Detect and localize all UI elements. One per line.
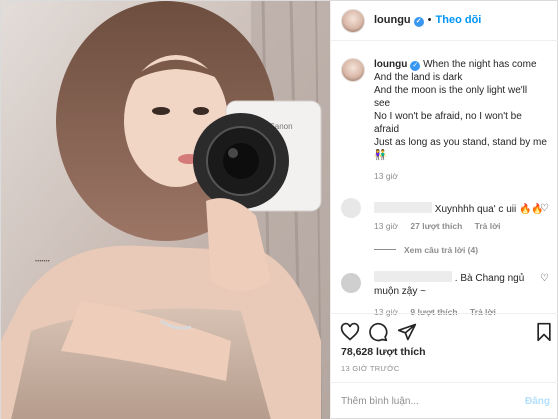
caption-line: see <box>374 98 391 109</box>
view-replies-label: Xem câu trả lời (4) <box>404 245 479 255</box>
follow-button[interactable]: Theo dõi <box>436 14 482 26</box>
caption-line: Just as long as you stand, stand by me <box>374 137 547 148</box>
comment-meta: 13 giờ 27 lượt thích Trả lời <box>374 221 511 231</box>
comment-item: Xuynhhh qua' c uii 🔥🔥 <box>374 202 544 216</box>
comment-timestamp[interactable]: 13 giờ <box>374 221 398 231</box>
caption-emoji: 👫 <box>374 150 387 161</box>
comment-text: muộn zậy ~ <box>374 286 426 297</box>
post-side-panel: loungu ✓ • Theo dõi loungu ✓ When the night … <box>330 1 558 419</box>
divider <box>374 249 396 250</box>
caption-line: And the moon is the only light we'll <box>374 85 528 96</box>
svg-text:•••••••: ••••••• <box>35 259 50 265</box>
heart-icon[interactable]: ♡ <box>540 203 549 214</box>
commenter-avatar[interactable] <box>341 273 361 293</box>
caption-timestamp[interactable]: 13 giờ <box>374 171 398 181</box>
post-dialog: Canon ••••••• loungu ✓ • Theo dõi loungu… <box>0 0 558 419</box>
bookmark-icon[interactable] <box>534 322 554 342</box>
comment-input[interactable]: Thêm bình luận... <box>341 396 419 407</box>
post-photo[interactable]: Canon ••••••• <box>1 1 330 419</box>
commenter-avatar[interactable] <box>341 198 361 218</box>
caption-line: afraid <box>374 124 400 135</box>
post-caption: loungu ✓ When the night has come And the … <box>374 58 554 162</box>
comment-icon[interactable] <box>368 322 388 342</box>
caption-line: And the land is dark <box>374 72 463 83</box>
comment-text: Xuynhhh qua' c uii 🔥🔥 <box>434 204 544 215</box>
action-bar <box>331 313 558 349</box>
caption-line: No I won't be afraid, no I won't be <box>374 111 522 122</box>
comment-likes[interactable]: 27 lượt thích <box>410 221 462 231</box>
caption-avatar[interactable] <box>341 58 365 82</box>
commenter-username-redacted[interactable] <box>374 271 452 282</box>
post-header: loungu ✓ • Theo dõi <box>331 1 558 41</box>
verified-badge-icon: ✓ <box>410 61 421 71</box>
view-replies-button[interactable]: Xem câu trả lời (4) <box>374 245 478 255</box>
add-comment-bar: Thêm bình luận... Đăng <box>331 382 558 419</box>
heart-icon[interactable]: ♡ <box>540 273 549 284</box>
author-username[interactable]: loungu <box>374 14 411 26</box>
separator-dot: • <box>427 14 432 26</box>
reply-button[interactable]: Trả lời <box>475 221 501 231</box>
paper-plane-icon[interactable] <box>397 322 417 342</box>
comment-text: . Bà Chang ngủ <box>454 273 525 284</box>
caption-username[interactable]: loungu <box>374 59 407 70</box>
verified-badge-icon: ✓ <box>413 17 424 27</box>
post-timestamp[interactable]: 13 GIỜ TRƯỚC <box>341 364 400 373</box>
author-avatar[interactable] <box>341 9 365 33</box>
caption-line: When the night has come <box>423 59 537 70</box>
post-photo-illustration: Canon ••••••• <box>1 1 330 419</box>
heart-icon[interactable] <box>340 322 360 342</box>
commenter-username-redacted[interactable] <box>374 202 432 213</box>
header-user-row: loungu ✓ • Theo dõi <box>374 14 481 27</box>
post-comment-button[interactable]: Đăng <box>525 396 550 407</box>
likes-count[interactable]: 78,628 lượt thích <box>341 346 426 358</box>
comment-item: . Bà Chang ngủ muộn zậy ~ <box>374 271 544 298</box>
